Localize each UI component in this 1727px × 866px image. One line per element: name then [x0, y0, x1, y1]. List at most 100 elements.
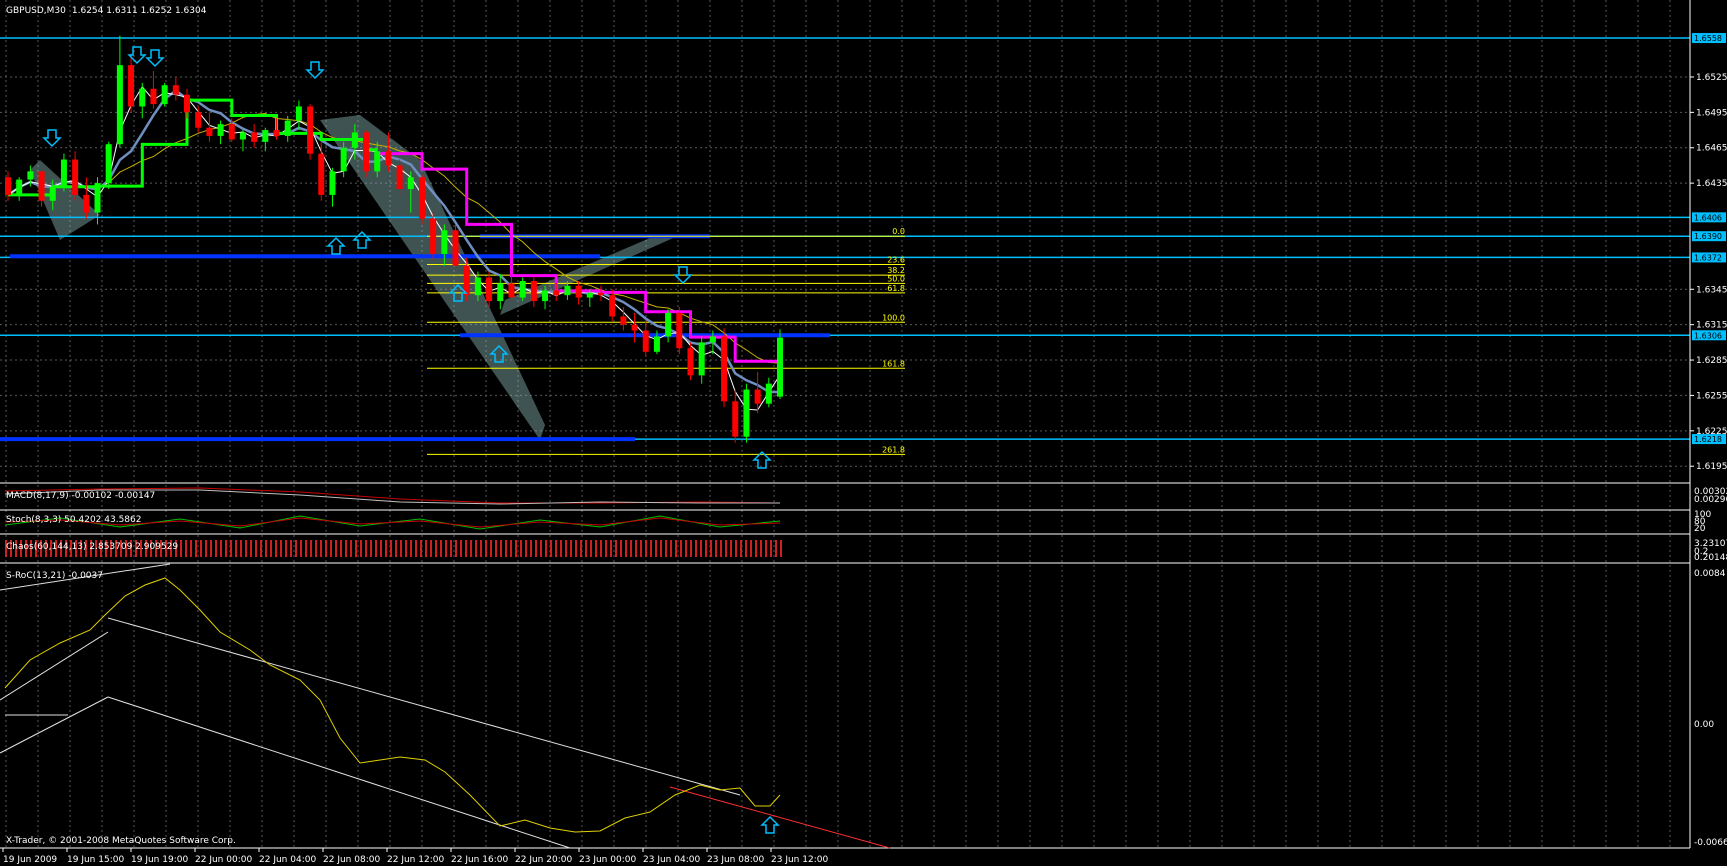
chart-grid	[0, 0, 1690, 848]
sroc-label: S-RoC(13,21) -0.0037	[6, 571, 103, 581]
candle-bear	[732, 401, 739, 437]
sroc-scale-mid: 0.00	[1694, 720, 1714, 730]
candle-bear	[363, 132, 370, 172]
candle-bull	[374, 151, 381, 172]
candle-bull	[239, 132, 246, 140]
candle-bear	[206, 127, 213, 136]
candle-bull	[542, 290, 549, 302]
candle-bull	[16, 179, 23, 195]
fib-level-label: 0.0	[892, 227, 905, 236]
macd-window[interactable]: MACD(8,17,9) -0.00102 -0.00147 0.00302 0…	[4, 487, 1727, 505]
candle-bull	[474, 277, 481, 296]
candle-bear	[72, 159, 79, 195]
price-tick-label: 1.6435	[1696, 179, 1727, 189]
price-box-label: 1.6306	[1694, 331, 1722, 340]
candle-bear	[631, 324, 638, 331]
horizontal-lines	[0, 37, 1690, 440]
price-box-label: 1.6406	[1694, 213, 1722, 222]
candle-bear	[620, 316, 627, 325]
arrow-down-icon	[145, 49, 165, 68]
price-axis: 1.6525 1.6495 1.6465 1.6435 1.6345 1.6315 1.62…	[1690, 73, 1727, 472]
candle-bear	[430, 218, 437, 254]
price-window[interactable]: 0.023.638.250.061.8100.0161.8261.8 GBPUS…	[0, 6, 1690, 834]
candle-bear	[385, 151, 392, 166]
candle-bull	[161, 85, 168, 105]
time-tick-label: 23 Jun 04:00	[643, 855, 700, 865]
sroc-window[interactable]: S-RoC(13,21) -0.0037 0.0084 0.00 -0.0066…	[0, 563, 1727, 849]
time-tick-label: 22 Jun 20:00	[515, 855, 572, 865]
candle-bull	[441, 230, 448, 254]
candle-bear	[687, 348, 694, 376]
candle-bull	[351, 132, 358, 148]
candle-bear	[273, 130, 280, 136]
stoch-window[interactable]: Stoch(8,3,3) 50.4202 43.5862 100 80 20	[4, 510, 1711, 534]
ma-white	[7, 85, 781, 411]
candle-bull	[94, 183, 101, 213]
time-axis: 19 Jun 2009 19 Jun 15:00 19 Jun 19:00 22 Ju…	[2, 848, 828, 865]
candle-bear	[83, 194, 90, 213]
arrow-up-icon	[352, 230, 372, 249]
price-tick-label: 1.6195	[1696, 462, 1727, 472]
price-tick-label: 1.6315	[1696, 321, 1727, 331]
price-box-label: 1.6218	[1694, 435, 1722, 444]
trading-chart[interactable]: 0.023.638.250.061.8100.0161.8261.8 GBPUS…	[0, 0, 1727, 866]
candle-bear	[575, 285, 582, 298]
candle-bear	[5, 177, 11, 195]
candle-bull	[709, 336, 716, 343]
candle-bull	[407, 177, 414, 190]
time-tick-label: 23 Jun 12:00	[771, 855, 828, 865]
candle-bull	[653, 336, 660, 352]
candle-bull	[765, 383, 772, 404]
price-tick-label: 1.6495	[1696, 108, 1727, 118]
window-separators	[0, 482, 1690, 849]
arrow-up-icon	[760, 815, 780, 834]
candle-bull	[60, 159, 67, 187]
candle-bear	[251, 132, 258, 142]
candle-bear	[721, 336, 728, 402]
price-tick-label: 1.6465	[1696, 144, 1727, 154]
candle-bear	[396, 165, 403, 190]
fib-level-label: 161.8	[882, 359, 905, 368]
fib-level-label: 50.0	[887, 274, 905, 283]
regression-channel	[0, 563, 741, 849]
candle-bear	[676, 312, 683, 349]
candle-bull	[262, 130, 269, 142]
candle-bull	[217, 124, 224, 136]
candle-bull	[27, 171, 34, 180]
stoch-scale: 20	[1694, 524, 1706, 534]
chaos-scale: 0.20148	[1694, 553, 1727, 563]
candle-bear	[553, 290, 560, 296]
time-tick-label: 22 Jun 16:00	[451, 855, 508, 865]
candle-bull	[295, 106, 302, 121]
arrow-up-icon	[326, 236, 346, 255]
candle-bear	[128, 65, 135, 107]
time-tick-label: 22 Jun 12:00	[387, 855, 444, 865]
candle-bear	[754, 389, 761, 404]
time-tick-label: 22 Jun 08:00	[323, 855, 380, 865]
arrow-down-icon	[305, 61, 325, 80]
price-tick-label: 1.6345	[1696, 285, 1727, 295]
fib-level-label: 100.0	[882, 313, 905, 322]
candle-bull	[743, 389, 750, 437]
candle-bear	[609, 295, 616, 317]
candle-bull	[497, 283, 504, 302]
candle-bull	[49, 186, 56, 201]
candle-bear	[452, 230, 459, 266]
arrow-down-icon	[42, 129, 62, 148]
price-boxes: 1.6558 1.6406 1.6390 1.6372 1.6306 1.6218	[1692, 33, 1726, 445]
candle-bull	[139, 88, 146, 107]
sroc-scale-bottom: -0.0066	[1694, 838, 1727, 848]
price-box-label: 1.6390	[1694, 232, 1722, 241]
price-box-label: 1.6372	[1694, 253, 1722, 262]
time-tick-label: 19 Jun 2009	[3, 855, 57, 865]
chaos-window[interactable]: Chaos(60,144,13) 2.853709 2.909529 3.231…	[5, 539, 1727, 563]
candle-bear	[195, 112, 202, 128]
candle-bear	[150, 88, 157, 105]
sroc-line	[4, 577, 781, 833]
candle-bull	[519, 281, 526, 298]
candle-bull	[564, 285, 571, 296]
candle-bull	[329, 171, 336, 195]
candle-bear	[307, 106, 314, 154]
time-tick-label: 19 Jun 19:00	[131, 855, 188, 865]
time-tick-label: 22 Jun 04:00	[259, 855, 316, 865]
